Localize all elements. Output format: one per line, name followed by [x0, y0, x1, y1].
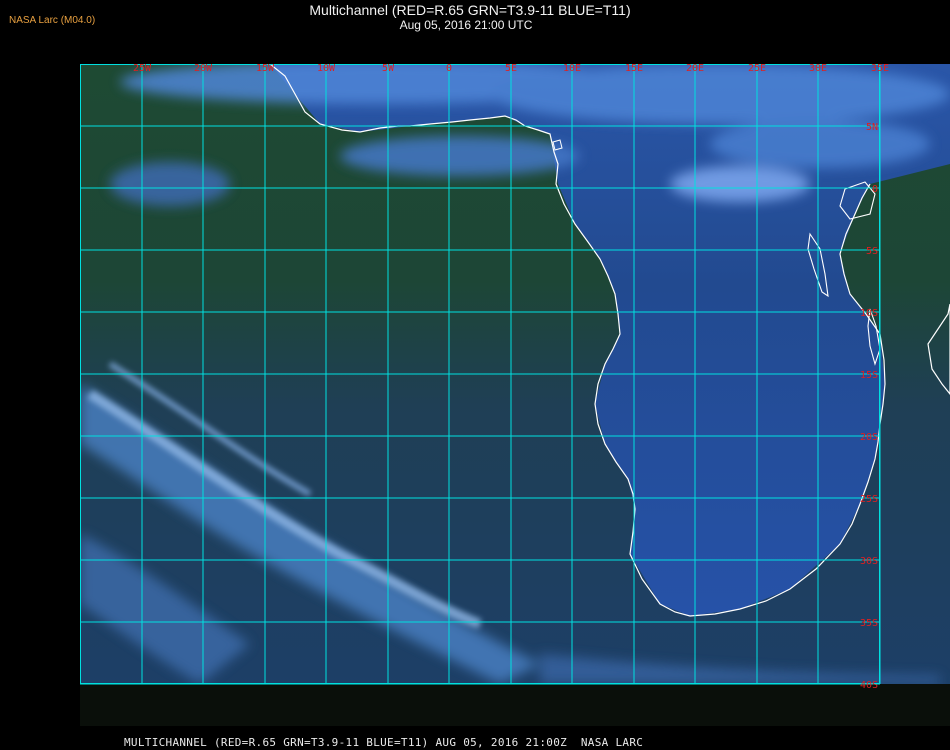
longitude-label: 25W: [133, 64, 152, 74]
satellite-map-frame: 25W 20W 15W 10W 5W 0 5E 10E 15E 20E 25E 30E 35E 5N 0 5…: [80, 64, 950, 726]
longitude-label: 25E: [748, 64, 766, 74]
latitude-label: 0: [872, 184, 878, 195]
longitude-label: 10E: [563, 64, 581, 74]
latitude-label: 30S: [860, 556, 878, 567]
longitude-label: 35E: [871, 64, 889, 74]
latitude-label: 25S: [860, 494, 878, 505]
latitude-label: 15S: [860, 370, 878, 381]
latitude-label: 20S: [860, 432, 878, 443]
image-title: Multichannel (RED=R.65 GRN=T3.9-11 BLUE=…: [309, 2, 631, 18]
longitude-label: 20E: [686, 64, 704, 74]
longitude-label: 5W: [382, 64, 395, 74]
latitude-label: 5N: [866, 122, 878, 133]
latitude-label: 10S: [860, 308, 878, 319]
longitude-label: 5E: [505, 64, 517, 74]
longitude-label: 20W: [194, 64, 213, 74]
latitude-label: 40S: [860, 680, 878, 691]
latitude-label: 35S: [860, 618, 878, 629]
satellite-map[interactable]: 25W 20W 15W 10W 5W 0 5E 10E 15E 20E 25E 30E 35E 5N 0 5…: [80, 64, 950, 726]
longitude-label: 0: [446, 64, 452, 74]
image-timestamp: Aug 05, 2016 21:00 UTC: [399, 18, 533, 32]
longitude-label: 10W: [317, 64, 336, 74]
longitude-label: 30E: [809, 64, 827, 74]
longitude-label: 15W: [256, 64, 275, 74]
longitude-label: 15E: [625, 64, 643, 74]
latitude-label: 5S: [866, 246, 878, 257]
footer-caption: MULTICHANNEL (RED=R.65 GRN=T3.9-11 BLUE=…: [124, 736, 644, 749]
